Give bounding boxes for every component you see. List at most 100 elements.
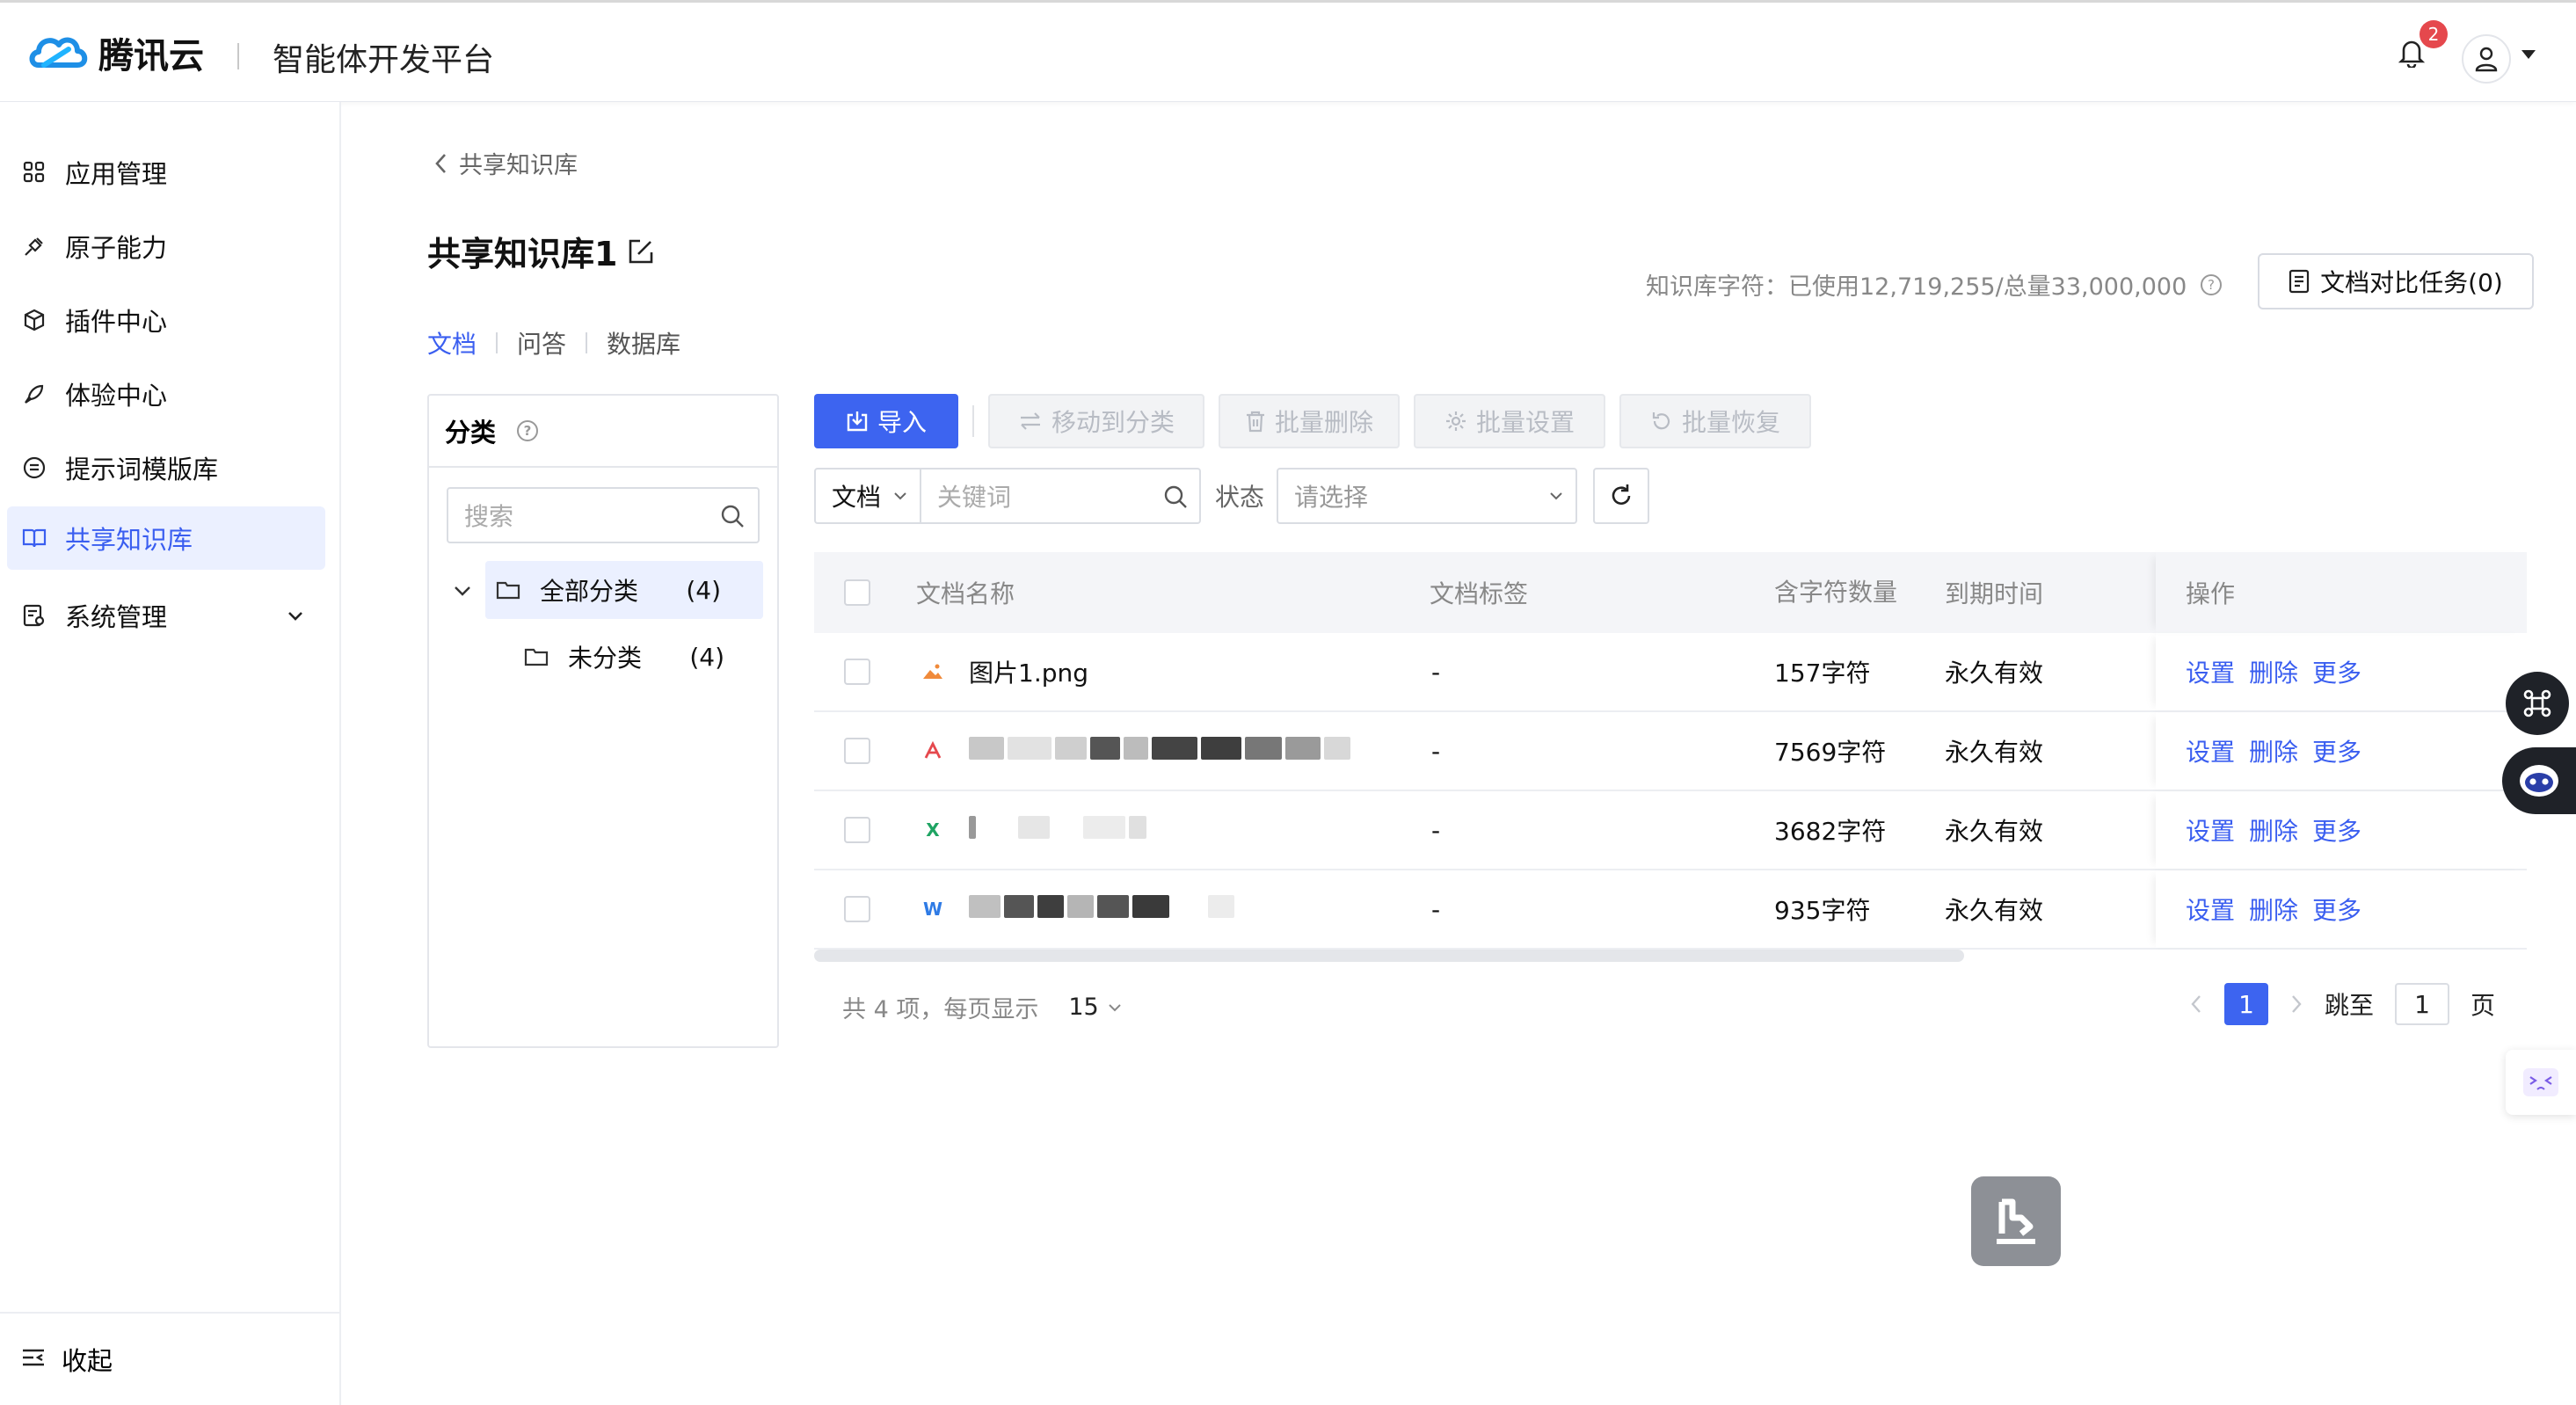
jump-page-input[interactable]: 1 [2395,983,2450,1025]
row-checkbox[interactable] [844,659,870,685]
excel-file-icon: X [926,819,940,841]
doc-expiry: 永久有效 [1945,659,2044,688]
floating-menu-button[interactable] [2506,672,2569,735]
doc-name-cell[interactable]: 图片1.png [920,633,1088,710]
bot-face-icon [2520,765,2558,797]
page-size-select[interactable]: 15 [1068,994,1121,1021]
more-link[interactable]: 更多 [2312,812,2361,848]
sidebar-item-label: 插件中心 [65,307,168,337]
chevron-down-icon [1108,1003,1121,1011]
move-to-category-button[interactable]: 移动到分类 [988,394,1204,448]
category-uncategorized[interactable]: 未分类 (4) [515,628,761,686]
import-icon [847,411,868,432]
doc-name-cell[interactable]: X [920,791,1150,869]
select-all-checkbox[interactable] [844,579,870,606]
sidebar-item-shared-knowledge[interactable]: 共享知识库 [7,506,325,570]
delete-link[interactable]: 删除 [2249,812,2298,848]
page-number-current[interactable]: 1 [2224,983,2268,1025]
restore-icon [1652,412,1670,430]
edit-icon[interactable] [626,237,656,266]
compare-tasks-button[interactable]: 文档对比任务(0) [2258,253,2534,309]
svg-text:?: ? [524,423,532,439]
settings-link[interactable]: 设置 [2186,654,2235,689]
sidebar-item-experience-center[interactable]: 体验中心 [7,362,325,426]
more-link[interactable]: 更多 [2312,654,2361,689]
table-row[interactable]: X - 3682字符 永久有效 设置 删除 更多 [814,791,2527,870]
doc-name-cell[interactable] [920,712,1354,790]
category-all-label: 全部分类 [540,577,639,606]
user-menu-caret-icon[interactable] [2521,50,2536,59]
feedback-widget[interactable] [2506,1050,2576,1115]
prev-page-icon[interactable] [2189,993,2203,1016]
batch-delete-label: 批量删除 [1274,408,1373,437]
batch-settings-label: 批量设置 [1475,408,1575,437]
search-icon[interactable] [719,503,746,529]
more-link[interactable]: 更多 [2312,892,2361,927]
sidebar-item-label: 系统管理 [65,602,168,632]
command-icon [2523,689,2551,717]
header-tag: 文档标签 [1430,579,1529,608]
sidebar-item-plugin-center[interactable]: 插件中心 [7,288,325,352]
category-header: 分类 ? [429,396,777,468]
batch-restore-button[interactable]: 批量恢复 [1619,394,1811,448]
sidebar-item-atomic-capability[interactable]: 原子能力 [7,215,325,278]
table-row[interactable]: 图片1.png - 157字符 永久有效 设置 删除 更多 [814,633,2527,712]
row-checkbox[interactable] [844,738,870,764]
batch-settings-button[interactable]: 批量设置 [1414,394,1605,448]
sidebar-item-system-management[interactable]: 系统管理 [7,584,325,647]
tab-qa[interactable]: 问答 [517,325,566,360]
more-link[interactable]: 更多 [2312,733,2361,768]
move-label: 移动到分类 [1051,408,1175,437]
assistant-bot-button[interactable] [2502,747,2576,814]
table-row[interactable]: W - 935字符 永久有效 设置 删除 更多 [814,870,2527,950]
tab-documents[interactable]: 文档 [427,325,477,360]
category-all[interactable]: 全部分类 (4) [485,561,763,619]
tencent-cloud-logo[interactable]: 腾讯云 [26,27,204,78]
settings-link[interactable]: 设置 [2186,892,2235,927]
status-select[interactable]: 请选择 [1277,468,1578,524]
category-search-input[interactable]: 搜索 [447,487,760,543]
row-checkbox[interactable] [844,817,870,843]
row-checkbox[interactable] [844,896,870,922]
sidebar-item-app-management[interactable]: 应用管理 [7,141,325,204]
refresh-button[interactable] [1593,468,1650,524]
doc-type-select[interactable]: 文档 [814,468,921,524]
collapse-sidebar-button[interactable]: 收起 [0,1312,339,1405]
tab-database[interactable]: 数据库 [607,325,680,360]
redacted-doc-name [969,815,1150,845]
notification-badge: 2 [2420,20,2448,48]
help-circle-icon[interactable]: ? [515,419,540,443]
delete-link[interactable]: 删除 [2249,654,2298,689]
help-circle-icon[interactable]: ? [2199,273,2223,297]
delete-link[interactable]: 删除 [2249,892,2298,927]
jump-label: 跳至 [2325,991,2375,1020]
settings-link[interactable]: 设置 [2186,812,2235,848]
grid-icon [21,159,47,186]
horizontal-scrollbar[interactable] [814,950,1964,962]
breadcrumb[interactable]: 共享知识库 [433,146,578,180]
user-avatar-button[interactable] [2462,34,2511,84]
delete-link[interactable]: 删除 [2249,733,2298,768]
top-header: 腾讯云 智能体开发平台 2 [0,0,2576,102]
batch-delete-button[interactable]: 批量删除 [1219,394,1400,448]
import-button[interactable]: 导入 [814,394,958,448]
cloud-logo-icon [29,37,88,68]
rocket-icon [21,381,47,407]
doc-name-cell[interactable]: W [920,870,1238,948]
keyword-input[interactable]: 关键词 [921,468,1201,524]
chevron-down-icon[interactable] [452,580,473,601]
book-icon [21,525,47,551]
search-icon[interactable] [1162,484,1189,510]
tab-divider [496,332,498,353]
settings-link[interactable]: 设置 [2186,733,2235,768]
redacted-doc-name [969,894,1238,924]
sidebar-item-label: 体验中心 [65,381,168,411]
document-toolbar: 导入 移动到分类 批量删除 批量设置 批量恢复 [814,394,1825,448]
notification-button[interactable] [2398,38,2426,71]
table-row[interactable]: - 7569字符 永久有效 设置 删除 更多 [814,712,2527,791]
status-placeholder: 请选择 [1294,483,1369,512]
batch-restore-label: 批量恢复 [1681,408,1780,437]
next-page-icon[interactable] [2289,993,2303,1016]
sidebar-item-prompt-templates[interactable]: 提示词模版库 [7,436,325,499]
word-file-icon: W [922,899,943,920]
